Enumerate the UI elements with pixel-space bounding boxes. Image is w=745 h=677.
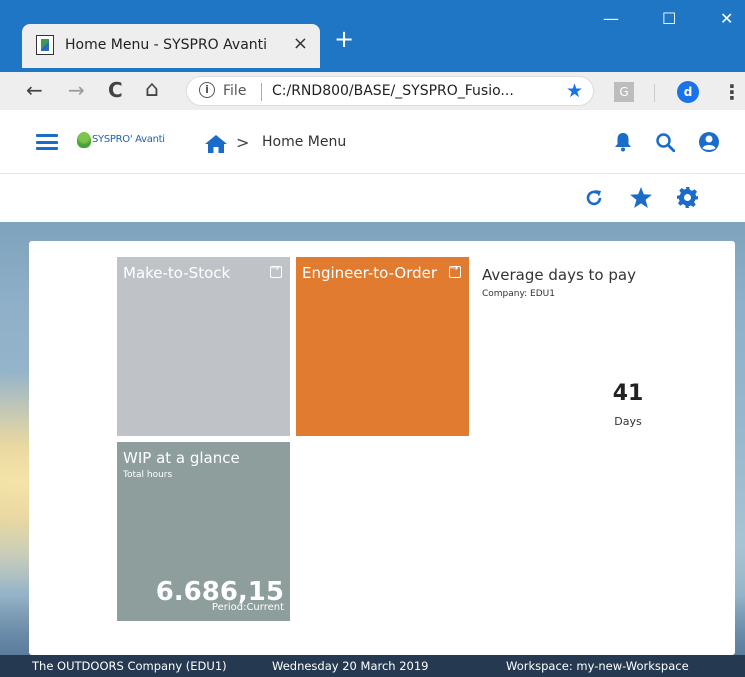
extension-icon[interactable]: G xyxy=(614,82,634,102)
minimize-button[interactable]: — xyxy=(603,10,619,28)
kpi-value: 41 xyxy=(612,381,644,406)
app-header: SYSPRO' Avanti > Home Menu xyxy=(0,110,745,174)
refresh-icon[interactable] xyxy=(585,189,603,207)
site-info-icon[interactable]: i xyxy=(199,82,215,98)
tile-subtitle: Company: EDU1 xyxy=(482,289,555,299)
tile-average-days-to-pay[interactable]: Average days to pay Company: EDU1 41 Day… xyxy=(478,257,728,436)
syspro-avanti-logo: SYSPRO' Avanti xyxy=(77,132,173,150)
launch-icon[interactable] xyxy=(270,263,282,278)
tile-engineer-to-order[interactable]: Engineer-to-Order xyxy=(296,257,469,436)
breadcrumb-current: Home Menu xyxy=(262,134,347,150)
home-icon[interactable] xyxy=(205,135,227,153)
tile-title: Engineer-to-Order xyxy=(302,264,438,282)
breadcrumb-chevron-icon: > xyxy=(236,133,250,152)
status-bar: The OUTDOORS Company (EDU1) Wednesday 20… xyxy=(0,655,745,677)
toolbar-divider xyxy=(654,84,655,102)
tile-make-to-stock[interactable]: Make-to-Stock xyxy=(117,257,290,436)
star-icon[interactable] xyxy=(630,187,652,208)
bell-icon[interactable] xyxy=(614,132,632,152)
kpi-unit: Days xyxy=(614,415,642,428)
syspro-logo-mark-icon xyxy=(77,132,91,148)
syspro-favicon-icon xyxy=(36,35,54,55)
profile-avatar[interactable]: d xyxy=(677,81,699,103)
url-text[interactable]: C:/RND800/BASE/_SYSPRO_Fusio... xyxy=(272,83,514,99)
forward-icon[interactable]: → xyxy=(68,78,85,102)
status-workspace: Workspace: my-new-Workspace xyxy=(506,659,689,673)
search-icon[interactable] xyxy=(656,133,675,152)
tile-wip-at-a-glance[interactable]: WIP at a glance Total hours 6.686,15 Per… xyxy=(117,442,290,621)
browser-tab[interactable]: Home Menu - SYSPRO Avanti × xyxy=(22,24,320,68)
tab-close-icon[interactable]: × xyxy=(293,34,308,54)
launch-icon[interactable] xyxy=(449,263,461,278)
period-label: Period:Current xyxy=(211,602,284,613)
gear-icon[interactable] xyxy=(677,187,698,208)
back-icon[interactable]: ← xyxy=(26,78,43,102)
new-tab-button[interactable]: + xyxy=(334,27,354,51)
page-toolbar xyxy=(0,174,745,222)
account-icon[interactable] xyxy=(698,131,720,153)
hamburger-menu-icon[interactable] xyxy=(36,134,58,150)
tile-title: Make-to-Stock xyxy=(123,264,231,282)
reload-icon[interactable]: C xyxy=(108,78,123,102)
home-nav-icon[interactable]: ⌂ xyxy=(145,78,159,102)
tile-title: WIP at a glance xyxy=(123,449,240,467)
status-date: Wednesday 20 March 2019 xyxy=(272,659,429,673)
omnibox-divider xyxy=(261,83,262,101)
status-company: The OUTDOORS Company (EDU1) xyxy=(32,659,227,673)
tile-title: Average days to pay xyxy=(482,266,636,284)
tab-title: Home Menu - SYSPRO Avanti xyxy=(65,37,268,53)
maximize-button[interactable]: ☐ xyxy=(662,10,676,28)
browser-titlebar: Home Menu - SYSPRO Avanti × + — ☐ ✕ xyxy=(0,0,745,72)
browser-menu-icon[interactable]: ⋮ xyxy=(722,80,742,104)
bookmark-star-icon[interactable]: ★ xyxy=(566,80,583,102)
logo-text: SYSPRO' Avanti xyxy=(92,134,165,145)
address-bar[interactable]: i File C:/RND800/BASE/_SYSPRO_Fusio... ★ xyxy=(186,76,594,106)
tile-subtitle: Total hours xyxy=(123,470,173,480)
scheme-label: File xyxy=(223,83,247,99)
close-window-button[interactable]: ✕ xyxy=(720,10,733,28)
